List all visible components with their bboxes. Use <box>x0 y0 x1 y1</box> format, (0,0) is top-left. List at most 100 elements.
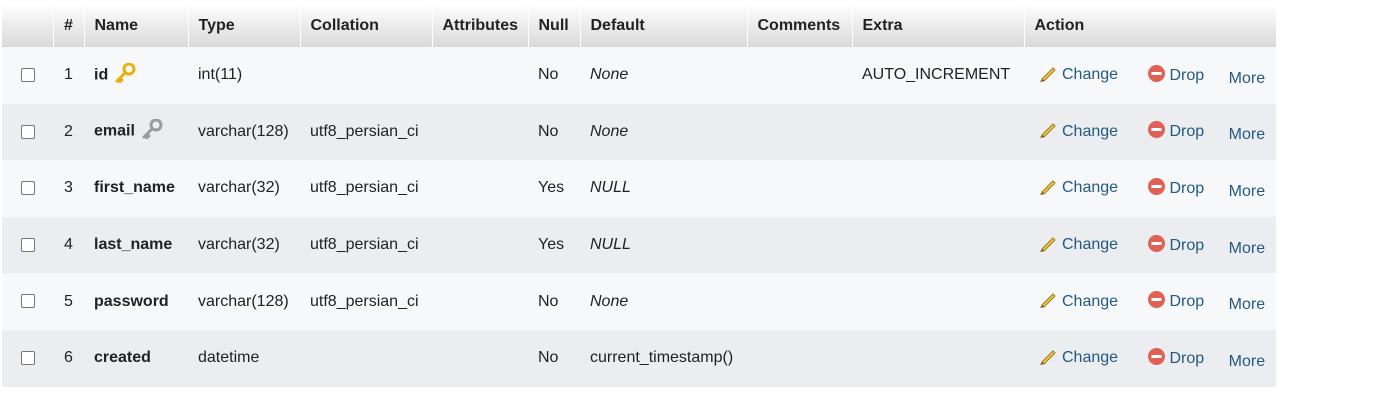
more-button[interactable]: More <box>1229 70 1265 87</box>
table-row: 1 id int(11) No None AUTO_INCREMENT Chan… <box>2 47 1276 104</box>
header-null[interactable]: Null <box>528 4 581 47</box>
column-collation: utf8_persian_ci <box>300 160 432 217</box>
column-name[interactable]: created <box>94 349 151 366</box>
column-name-cell: created <box>84 329 188 387</box>
row-checkbox[interactable] <box>20 294 35 309</box>
column-actions: Change Drop More <box>1024 273 1276 330</box>
drop-label: Drop <box>1169 123 1205 141</box>
column-collation <box>300 47 432 104</box>
column-attributes <box>432 160 528 217</box>
column-null: Yes <box>528 160 580 217</box>
column-default: current_timestamp() <box>580 329 747 387</box>
change-button[interactable]: Change <box>1038 289 1118 314</box>
drop-icon <box>1147 290 1170 314</box>
more-button[interactable]: More <box>1229 240 1265 257</box>
table-row: 6 created datetime No current_timestamp(… <box>2 329 1276 387</box>
drop-icon <box>1147 347 1170 371</box>
column-actions: Change Drop More <box>1024 216 1276 274</box>
column-default: NULL <box>580 216 747 274</box>
header-name[interactable]: Name <box>84 4 189 47</box>
column-type: int(11) <box>188 47 300 104</box>
header-row: # Name Type Collation Attributes Null De… <box>2 4 1277 47</box>
row-number: 5 <box>53 273 84 330</box>
pencil-icon <box>1038 289 1062 314</box>
column-extra <box>852 216 1024 274</box>
column-attributes <box>432 103 528 161</box>
row-checkbox-cell <box>2 103 53 161</box>
column-name[interactable]: email <box>94 123 135 140</box>
column-comments <box>747 160 852 217</box>
more-button[interactable]: More <box>1229 126 1265 143</box>
pencil-icon <box>1038 233 1062 258</box>
column-null: Yes <box>528 216 580 274</box>
column-name[interactable]: last_name <box>94 236 172 253</box>
header-collation[interactable]: Collation <box>300 4 433 47</box>
pencil-icon <box>1038 63 1062 88</box>
column-type: varchar(128) <box>188 103 300 161</box>
row-checkbox-cell <box>2 329 53 387</box>
change-button[interactable]: Change <box>1038 119 1118 144</box>
row-checkbox[interactable] <box>20 351 35 366</box>
header-attributes[interactable]: Attributes <box>432 4 529 47</box>
column-comments <box>747 273 852 330</box>
row-number: 3 <box>53 160 84 217</box>
change-label: Change <box>1062 122 1119 140</box>
column-comments <box>747 47 852 104</box>
column-comments <box>747 216 852 274</box>
more-button[interactable]: More <box>1229 353 1265 370</box>
drop-icon <box>1147 64 1170 88</box>
column-attributes <box>432 47 528 104</box>
drop-button[interactable]: Drop <box>1147 290 1205 314</box>
header-comments[interactable]: Comments <box>747 4 853 47</box>
drop-label: Drop <box>1169 293 1205 311</box>
change-button[interactable]: Change <box>1038 346 1118 371</box>
column-name-cell: email <box>84 103 188 161</box>
header-extra[interactable]: Extra <box>852 4 1025 47</box>
column-name[interactable]: first_name <box>94 179 175 196</box>
row-checkbox[interactable] <box>20 237 35 252</box>
drop-icon <box>1147 177 1170 201</box>
column-extra: AUTO_INCREMENT <box>852 47 1024 104</box>
column-extra <box>852 329 1024 387</box>
drop-label: Drop <box>1169 236 1205 254</box>
more-button[interactable]: More <box>1229 183 1265 200</box>
drop-button[interactable]: Drop <box>1147 234 1205 258</box>
header-number[interactable]: # <box>53 4 85 47</box>
drop-button[interactable]: Drop <box>1147 120 1205 144</box>
header-default[interactable]: Default <box>580 4 748 47</box>
change-button[interactable]: Change <box>1038 233 1118 258</box>
column-name-cell: first_name <box>84 160 188 217</box>
drop-button[interactable]: Drop <box>1147 64 1204 88</box>
header-type[interactable]: Type <box>188 4 301 47</box>
change-label: Change <box>1062 66 1119 84</box>
column-actions: Change Drop More <box>1024 103 1276 161</box>
column-name-cell: password <box>84 273 188 330</box>
row-checkbox-cell <box>2 47 53 104</box>
table-row: 3 first_name varchar(32) utf8_persian_ci… <box>2 160 1276 217</box>
row-number: 6 <box>53 329 84 387</box>
drop-button[interactable]: Drop <box>1147 347 1204 371</box>
column-attributes <box>432 329 528 387</box>
column-name[interactable]: id <box>94 67 108 84</box>
column-collation: utf8_persian_ci <box>300 103 432 161</box>
primary-key-icon <box>114 62 136 88</box>
table-structure: # Name Type Collation Attributes Null De… <box>2 4 1277 387</box>
column-default: NULL <box>580 160 747 217</box>
column-default: None <box>580 273 747 330</box>
column-collation: utf8_persian_ci <box>300 273 432 330</box>
unique-key-icon <box>141 118 163 144</box>
column-name[interactable]: password <box>94 293 169 310</box>
column-null: No <box>528 273 580 330</box>
drop-button[interactable]: Drop <box>1147 177 1204 201</box>
change-button[interactable]: Change <box>1038 63 1118 88</box>
more-button[interactable]: More <box>1229 296 1265 313</box>
row-number: 1 <box>53 47 84 104</box>
column-type: datetime <box>188 329 300 387</box>
row-checkbox[interactable] <box>20 181 35 196</box>
row-checkbox[interactable] <box>20 68 35 83</box>
column-comments <box>747 329 852 387</box>
row-checkbox-cell <box>2 273 53 330</box>
row-checkbox[interactable] <box>20 124 35 139</box>
change-button[interactable]: Change <box>1038 176 1118 201</box>
column-name-cell: last_name <box>84 216 188 274</box>
